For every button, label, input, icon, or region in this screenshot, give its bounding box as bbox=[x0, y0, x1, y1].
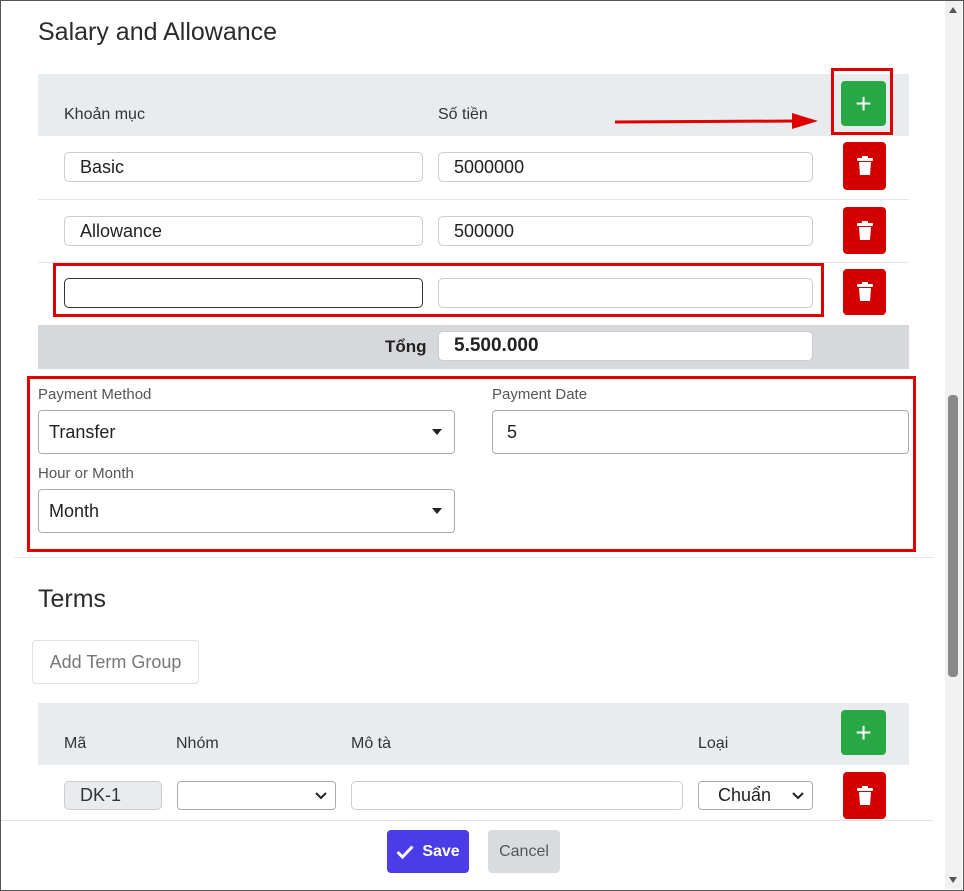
check-icon bbox=[396, 844, 414, 859]
total-label: Tổng bbox=[385, 337, 427, 356]
scroll-up-icon[interactable] bbox=[948, 6, 958, 14]
total-value: 5.500.000 bbox=[438, 331, 813, 361]
period-value: Month bbox=[49, 500, 100, 521]
chevron-down-icon bbox=[315, 791, 327, 799]
salary-amount-input-new[interactable] bbox=[438, 278, 813, 308]
caret-down-icon bbox=[432, 429, 442, 435]
plus-icon: + bbox=[855, 87, 872, 119]
delete-row-button[interactable] bbox=[843, 142, 886, 190]
trash-icon bbox=[856, 282, 873, 301]
col-header-code: Mã bbox=[64, 735, 87, 752]
chevron-down-icon bbox=[792, 791, 804, 799]
section-divider bbox=[14, 557, 934, 558]
delete-term-button[interactable] bbox=[843, 772, 886, 819]
col-header-group: Nhóm bbox=[176, 735, 219, 752]
delete-row-button[interactable] bbox=[843, 207, 886, 254]
salary-amount-input[interactable]: 5000000 bbox=[438, 152, 813, 182]
salary-item-input[interactable]: Basic bbox=[64, 152, 423, 182]
add-term-group-button[interactable]: Add Term Group bbox=[32, 640, 199, 684]
col-header-type: Loại bbox=[698, 735, 729, 752]
scroll-down-icon[interactable] bbox=[948, 876, 958, 884]
save-label: Save bbox=[422, 842, 460, 860]
col-header-item: Khoản mục bbox=[64, 106, 145, 123]
payment-method-select[interactable]: Transfer bbox=[38, 410, 455, 454]
term-code-input[interactable]: DK-1 bbox=[64, 781, 162, 810]
payment-method-value: Transfer bbox=[49, 421, 116, 442]
col-header-amount: Số tiền bbox=[438, 106, 488, 123]
add-salary-row-button[interactable]: + bbox=[841, 81, 886, 126]
scrollbar-thumb[interactable] bbox=[948, 395, 958, 677]
trash-icon bbox=[856, 156, 873, 175]
add-term-row-button[interactable]: + bbox=[841, 710, 886, 755]
col-header-desc: Mô tà bbox=[351, 735, 392, 752]
trash-icon bbox=[856, 220, 873, 240]
salary-item-input-new[interactable] bbox=[64, 278, 423, 308]
trash-icon bbox=[856, 785, 873, 805]
term-type-select[interactable]: Chuẩn bbox=[698, 781, 813, 810]
payment-method-label: Payment Method bbox=[38, 386, 152, 403]
terms-section-title: Terms bbox=[38, 585, 107, 613]
term-type-value: Chuẩn bbox=[718, 785, 772, 805]
salary-item-input[interactable]: Allowance bbox=[64, 216, 423, 246]
period-label: Hour or Month bbox=[38, 465, 134, 482]
salary-amount-input[interactable]: 500000 bbox=[438, 216, 813, 246]
annotation-arrow bbox=[614, 113, 818, 129]
plus-icon: + bbox=[855, 716, 872, 748]
cancel-button[interactable]: Cancel bbox=[488, 830, 560, 873]
period-select[interactable]: Month bbox=[38, 489, 455, 533]
payment-date-label: Payment Date bbox=[492, 386, 588, 403]
term-desc-input[interactable] bbox=[351, 781, 683, 810]
save-button[interactable]: Save bbox=[387, 830, 469, 873]
salary-section-title: Salary and Allowance bbox=[38, 18, 278, 46]
payment-date-input[interactable]: 5 bbox=[492, 410, 909, 454]
term-group-select[interactable] bbox=[177, 781, 336, 810]
delete-row-button[interactable] bbox=[843, 269, 886, 315]
caret-down-icon bbox=[432, 508, 442, 514]
terms-table-header bbox=[38, 703, 909, 765]
